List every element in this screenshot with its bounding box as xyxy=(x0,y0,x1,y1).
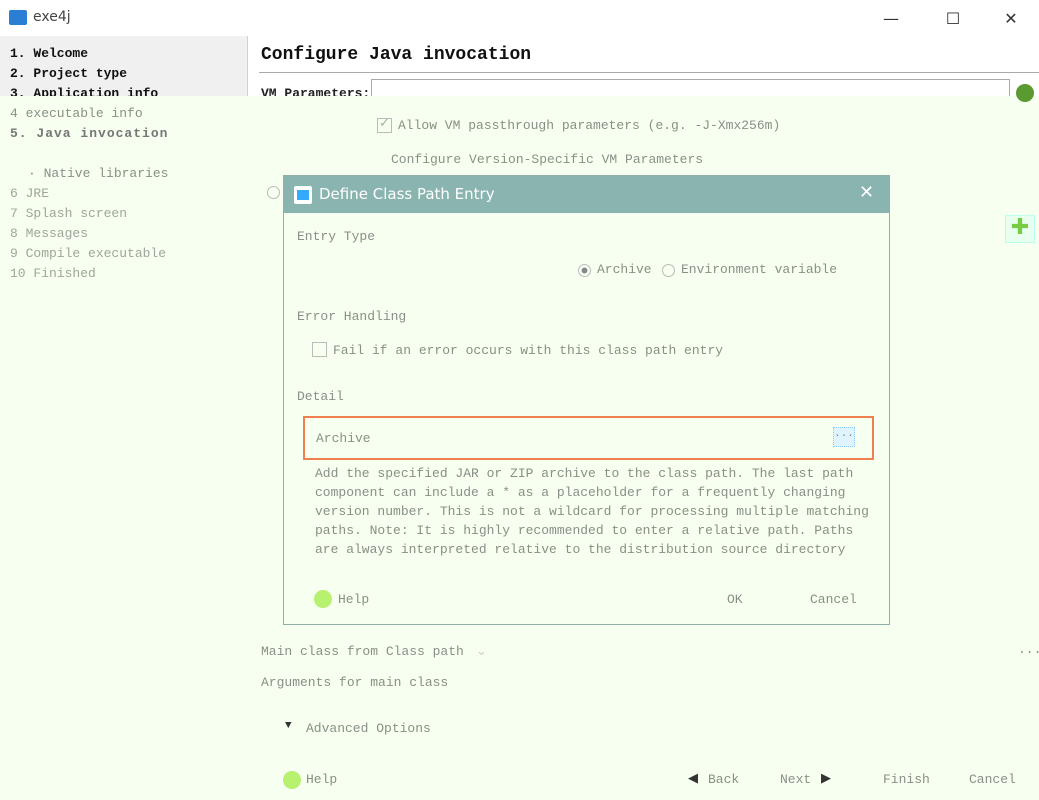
detail-label: Detail xyxy=(297,389,344,404)
next-arrow-icon: ▶ xyxy=(821,771,831,786)
fail-checkbox[interactable] xyxy=(312,342,327,357)
dialog-ok-button[interactable]: OK xyxy=(727,592,743,607)
passthrough-label: Allow VM passthrough parameters (e.g. -J… xyxy=(398,118,781,133)
dialog-title: Define Class Path Entry xyxy=(319,185,495,203)
sidebar-item-project-type[interactable]: 2. Project type xyxy=(10,66,127,81)
help-button[interactable]: Help xyxy=(306,772,337,787)
browse-button[interactable]: ... xyxy=(833,427,855,447)
vm-parameters-input[interactable] xyxy=(371,79,1010,96)
window-title: exe4j xyxy=(33,9,71,25)
environment-variable-radio[interactable] xyxy=(662,264,675,277)
arguments-label: Arguments for main class xyxy=(261,675,449,690)
dialog-close-button[interactable]: ✕ xyxy=(859,182,874,203)
sidebar-item-application-info[interactable]: 3. Application info xyxy=(10,86,158,96)
sidebar-item-java-invocation[interactable]: 5. Java invocation xyxy=(10,126,168,141)
main-class-browse-button[interactable]: ... xyxy=(1018,642,1039,657)
triangle-down-icon[interactable]: ▼ xyxy=(285,720,292,732)
advanced-options-toggle[interactable]: Advanced Options xyxy=(306,721,431,736)
classpath-radio[interactable] xyxy=(267,186,280,199)
finish-button[interactable]: Finish xyxy=(883,772,930,787)
check-icon: ✓ xyxy=(379,116,390,131)
dialog-app-icon xyxy=(294,186,312,204)
minimize-button[interactable]: — xyxy=(868,0,914,36)
sidebar-item-native-libraries[interactable]: · Native libraries xyxy=(28,166,168,181)
description-line: paths. Note: It is highly recommended to… xyxy=(315,523,854,538)
dialog-titlebar: Define Class Path Entry ✕ xyxy=(284,176,889,213)
description-line: are always interpreted relative to the d… xyxy=(315,542,846,557)
cancel-button[interactable]: Cancel xyxy=(969,772,1016,787)
fail-checkbox-label[interactable]: Fail if an error occurs with this class … xyxy=(333,343,723,358)
sidebar-item-welcome[interactable]: 1. Welcome xyxy=(10,46,88,61)
dialog-help-icon xyxy=(314,590,332,608)
archive-field-highlight: Archive ... xyxy=(303,416,874,460)
entry-type-label: Entry Type xyxy=(297,229,376,244)
sidebar-item-executable-info[interactable]: 4 executable info xyxy=(10,106,143,121)
add-icon[interactable]: ✚ xyxy=(1005,215,1035,243)
archive-field-label: Archive xyxy=(316,431,371,446)
vm-parameters-label: VM Parameters: xyxy=(261,86,371,96)
chevron-down-icon[interactable]: ⌄ xyxy=(476,644,487,659)
page-title: Configure Java invocation xyxy=(261,45,532,65)
title-divider xyxy=(259,72,1039,73)
description-line: version number. This is not a wildcard f… xyxy=(315,504,869,519)
sidebar-item-finished[interactable]: 10 Finished xyxy=(10,266,96,281)
back-button[interactable]: Back xyxy=(708,772,739,787)
sidebar-item-splash-screen[interactable]: 7 Splash screen xyxy=(10,206,127,221)
archive-description: Add the specified JAR or ZIP archive to … xyxy=(315,464,869,559)
sidebar-item-messages[interactable]: 8 Messages xyxy=(10,226,88,241)
next-button[interactable]: Next xyxy=(780,772,811,787)
dialog-help-button[interactable]: Help xyxy=(338,592,369,607)
dialog-cancel-button[interactable]: Cancel xyxy=(810,592,857,607)
define-class-path-dialog: Define Class Path Entry ✕ Entry Type Arc… xyxy=(283,175,890,625)
sidebar-item-compile-executable[interactable]: 9 Compile executable xyxy=(10,246,166,261)
description-line: component can include a * as a placehold… xyxy=(315,485,846,500)
window-titlebar: exe4j — ☐ ✕ xyxy=(0,0,1039,36)
maximize-button[interactable]: ☐ xyxy=(930,0,976,36)
archive-radio-label[interactable]: Archive xyxy=(597,262,652,277)
main-class-label: Main class from Class path xyxy=(261,644,464,659)
help-icon xyxy=(283,771,301,789)
close-button[interactable]: ✕ xyxy=(988,0,1034,36)
environment-variable-label[interactable]: Environment variable xyxy=(681,262,837,277)
archive-radio[interactable] xyxy=(578,264,591,277)
version-specific-link[interactable]: Configure Version-Specific VM Parameters xyxy=(391,152,703,167)
app-icon xyxy=(9,10,27,25)
help-icon[interactable] xyxy=(1016,84,1034,102)
error-handling-label: Error Handling xyxy=(297,309,407,324)
sidebar-item-jre[interactable]: 6 JRE xyxy=(10,186,49,201)
description-line: Add the specified JAR or ZIP archive to … xyxy=(315,466,854,481)
back-arrow-icon: ◀ xyxy=(688,771,698,786)
